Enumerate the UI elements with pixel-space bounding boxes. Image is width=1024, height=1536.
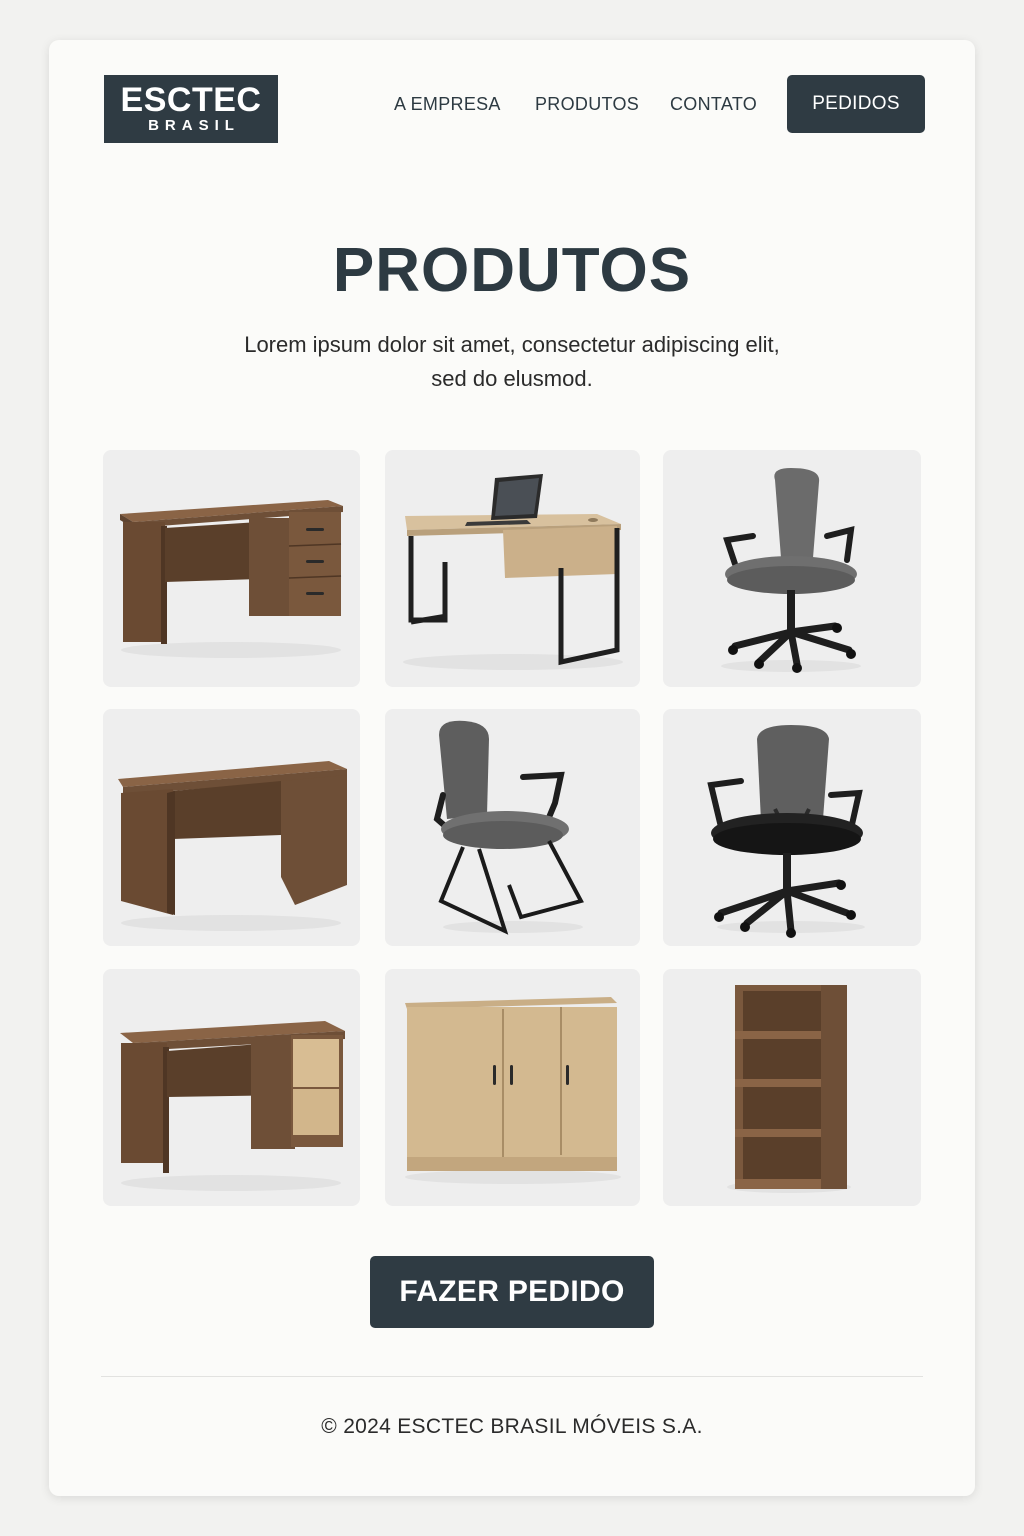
footer-copyright: © 2024 ESCTEC BRASIL MÓVEIS S.A. <box>321 1415 703 1438</box>
footer-divider <box>101 1376 923 1377</box>
walnut-desk-oak-drawers-image <box>120 1021 345 1191</box>
gray-cantilever-chair-image <box>433 720 584 935</box>
pedidos-button[interactable]: PEDIDOS <box>787 75 925 133</box>
product-card-walnut-desk-drawers[interactable] <box>103 450 360 687</box>
product-card-walnut-desk-simple[interactable] <box>103 709 360 946</box>
subtitle-line-1: Lorem ipsum dolor sit amet, consectetur … <box>244 332 780 357</box>
oak-cabinet-image <box>405 997 621 1184</box>
brand-subname: BRASIL <box>148 117 240 134</box>
walnut-bookshelf-image <box>727 985 851 1193</box>
product-card-oak-cabinet[interactable] <box>385 969 640 1206</box>
nav-link-empresa[interactable]: A EMPRESA <box>394 94 501 115</box>
page-subtitle: Lorem ipsum dolor sit amet, consectetur … <box>199 328 825 396</box>
gray-swivel-chair-image <box>721 468 861 673</box>
nav-link-produtos[interactable]: PRODUTOS <box>535 94 639 115</box>
product-card-gray-swivel-chair[interactable] <box>663 450 921 687</box>
product-card-gray-cantilever-chair[interactable] <box>385 709 640 946</box>
black-mesh-chair-image <box>707 725 865 938</box>
product-card-walnut-desk-oak-drawers[interactable] <box>103 969 360 1206</box>
product-card-oak-desk-laptop[interactable] <box>385 450 640 687</box>
walnut-desk-drawers-image <box>120 500 343 658</box>
fazer-pedido-button[interactable]: FAZER PEDIDO <box>370 1256 654 1328</box>
walnut-desk-simple-image <box>118 761 347 931</box>
brand-name: ESCTEC <box>120 81 262 119</box>
oak-desk-laptop-image <box>403 474 623 670</box>
subtitle-line-2: sed do elusmod. <box>431 366 593 391</box>
page-card: ESCTEC BRASIL A EMPRESA PRODUTOS CONTATO… <box>49 40 975 1496</box>
product-card-walnut-bookshelf[interactable] <box>663 969 921 1206</box>
brand-logo[interactable]: ESCTEC BRASIL <box>104 75 278 143</box>
product-card-black-mesh-chair[interactable] <box>663 709 921 946</box>
nav-link-contato[interactable]: CONTATO <box>670 94 757 115</box>
page-title: PRODUTOS <box>332 236 692 305</box>
